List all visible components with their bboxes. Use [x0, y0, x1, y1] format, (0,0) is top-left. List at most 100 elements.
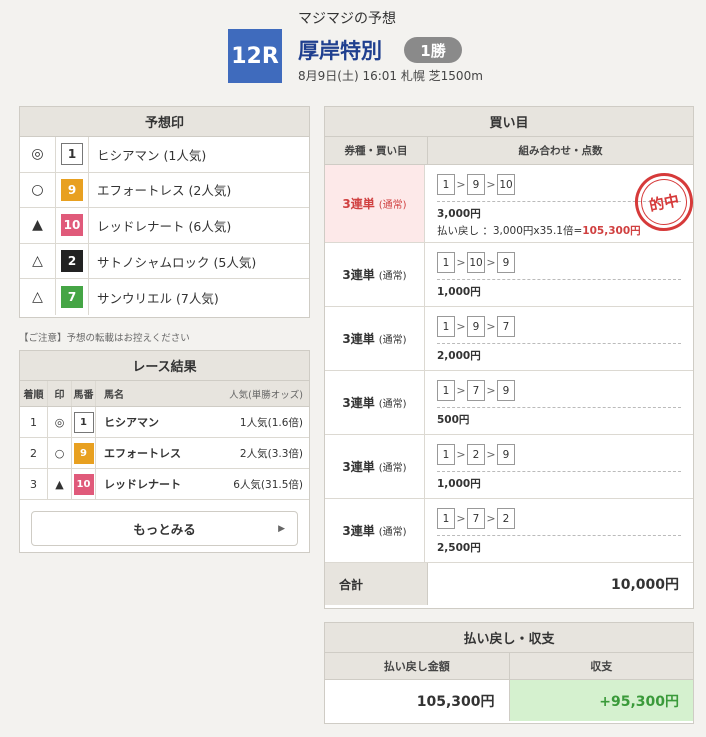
- bet-type-label: 3連単: [342, 268, 375, 282]
- arrow-right-icon: >: [456, 320, 466, 333]
- payout-line: 払い戻し ：3,000円x35.1倍=105,300円: [437, 223, 681, 238]
- dashed-divider: [437, 535, 681, 536]
- dashed-divider: [437, 279, 681, 280]
- race-meta: 8月9日(土) 16:01 札幌 芝1500m: [298, 69, 483, 83]
- bet-amount: 1,000円: [437, 478, 481, 490]
- total-label: 合計: [325, 563, 428, 605]
- prediction-mark: ◎: [20, 137, 56, 172]
- race-name: 厚岸特別: [298, 39, 382, 63]
- result-number-cell: 1: [72, 407, 96, 437]
- horse-name-cell: サトノシャムロック (5人気): [89, 252, 256, 271]
- bet-combination: 1 >7 >2 2,500円: [425, 499, 693, 562]
- combo-number: 1: [437, 444, 455, 465]
- combo-number: 9: [497, 252, 515, 273]
- arrow-right-icon: >: [486, 448, 496, 461]
- arrow-right-icon: >: [456, 384, 466, 397]
- bets-title: 買い目: [325, 107, 693, 137]
- arrow-right-icon: >: [486, 320, 496, 333]
- bet-type-label: 3連単: [342, 197, 375, 211]
- combo-number: 7: [467, 508, 485, 529]
- bet-type-mode: (通常): [378, 463, 407, 474]
- combo-number: 1: [437, 380, 455, 401]
- prediction-title: 予想印: [20, 107, 309, 137]
- bets-panel: 買い目 券種・買い目 組み合わせ・点数 3連単 (通常) 1 >9 >10 3,000円払…: [324, 106, 699, 609]
- col-mark: 印: [48, 381, 72, 406]
- chevron-right-icon: ▶: [278, 523, 285, 534]
- prediction-mark: ○: [20, 172, 56, 208]
- prediction-row: ○ 9 エフォートレス (2人気): [20, 172, 309, 209]
- horse-number: 10: [61, 214, 83, 237]
- bet-type-label: 3連単: [342, 332, 375, 346]
- prediction-mark: ▲: [20, 208, 56, 243]
- combo-boxes: 1 >9 >7: [437, 316, 681, 337]
- bet-type-mode: (通常): [378, 399, 407, 410]
- dashed-divider: [437, 343, 681, 344]
- horse-popularity: (7人気): [176, 290, 219, 306]
- bet-row: 3連単 (通常) 1 >7 >9 500円: [325, 371, 693, 435]
- total-row: 合計 10,000円: [325, 563, 693, 605]
- bet-combination: 1 >7 >9 500円: [425, 371, 693, 434]
- col-bet-type: 券種・買い目: [325, 137, 428, 164]
- prediction-mark: △: [20, 243, 56, 279]
- dashed-divider: [437, 407, 681, 408]
- payout-panel: 払い戻し・収支 払い戻し金額 収支 105,300円 +95,300円: [324, 622, 694, 724]
- arrow-right-icon: >: [456, 256, 466, 269]
- horse-number-cell: 1: [56, 137, 89, 172]
- bet-type-mode: (通常): [378, 335, 407, 346]
- bet-amount: 1,000円: [437, 286, 481, 298]
- bet-type-mode: (通常): [378, 271, 407, 282]
- more-label: もっとみる: [133, 522, 196, 537]
- more-results-button[interactable]: もっとみる ▶: [31, 511, 298, 546]
- prediction-panel: 予想印 ◎ 1 ヒシアマン (1人気) ○ 9 エフォートレス (2人気) ▲ 10 レッドレナ…: [19, 106, 310, 318]
- horse-number: 9: [73, 442, 94, 464]
- horse-number: 10: [73, 473, 94, 495]
- bet-type: 3連単 (通常): [325, 165, 425, 242]
- horse-popularity: (5人気): [213, 254, 257, 270]
- total-value: 10,000円: [428, 563, 693, 605]
- arrow-right-icon: >: [486, 256, 496, 269]
- bets-header-row: 券種・買い目 組み合わせ・点数: [325, 137, 693, 165]
- payout-values-row: 105,300円 +95,300円: [325, 680, 693, 721]
- prediction-row: △ 7 サンウリエル (7人気): [20, 279, 309, 315]
- horse-name-cell: レッドレナート (6人気): [89, 216, 231, 235]
- bet-type-mode: (通常): [378, 527, 407, 538]
- combo-number: 9: [497, 444, 515, 465]
- combo-number: 7: [497, 316, 515, 337]
- col-combination: 組み合わせ・点数: [518, 145, 603, 157]
- combo-number: 2: [497, 508, 515, 529]
- race-number-badge: 12R: [228, 29, 282, 83]
- predictor-title: マジマジの予想: [298, 11, 396, 27]
- horse-name: サンウリエル: [97, 290, 173, 306]
- bet-combination: 1 >2 >9 1,000円: [425, 435, 693, 498]
- col-popularity: 人気(単勝オッズ): [229, 389, 303, 401]
- combo-number: 1: [437, 316, 455, 337]
- prediction-row: ◎ 1 ヒシアマン (1人気): [20, 137, 309, 173]
- payout-result: 105,300円: [582, 225, 641, 237]
- result-row: 2 ○ 9 エフォートレス 2人気(3.3倍): [20, 438, 309, 469]
- horse-number: 1: [73, 411, 94, 433]
- result-number-cell: 10: [72, 469, 96, 499]
- combo-boxes: 1 >7 >9: [437, 380, 681, 401]
- horse-number-cell: 2: [56, 243, 89, 279]
- arrow-right-icon: >: [486, 178, 496, 191]
- arrow-right-icon: >: [456, 178, 466, 191]
- col-balance: 収支: [590, 660, 613, 673]
- arrow-right-icon: >: [486, 384, 496, 397]
- horse-number: 2: [61, 250, 83, 273]
- bet-amount: 2,500円: [437, 542, 481, 554]
- combo-number: 10: [467, 252, 485, 273]
- result-position: 1: [20, 407, 48, 437]
- col-horse-num: 馬番: [72, 381, 96, 406]
- balance-amount: +95,300円: [509, 680, 693, 721]
- dashed-divider: [437, 471, 681, 472]
- col-payout-amount: 払い戻し金額: [325, 653, 510, 679]
- results-header-row: 着順 印 馬番 馬名 人気(単勝オッズ): [20, 381, 309, 407]
- repost-notice: 【ご注意】予想の転載はお控えください: [19, 333, 190, 344]
- combo-number: 1: [437, 252, 455, 273]
- bet-type: 3連単 (通常): [325, 243, 425, 306]
- horse-number-cell: 9: [56, 172, 89, 208]
- combo-number: 10: [497, 174, 515, 195]
- result-row: 3 ▲ 10 レッドレナート 6人気(31.5倍): [20, 469, 309, 500]
- bet-combination: 1 >9 >7 2,000円: [425, 307, 693, 370]
- col-position: 着順: [20, 381, 48, 406]
